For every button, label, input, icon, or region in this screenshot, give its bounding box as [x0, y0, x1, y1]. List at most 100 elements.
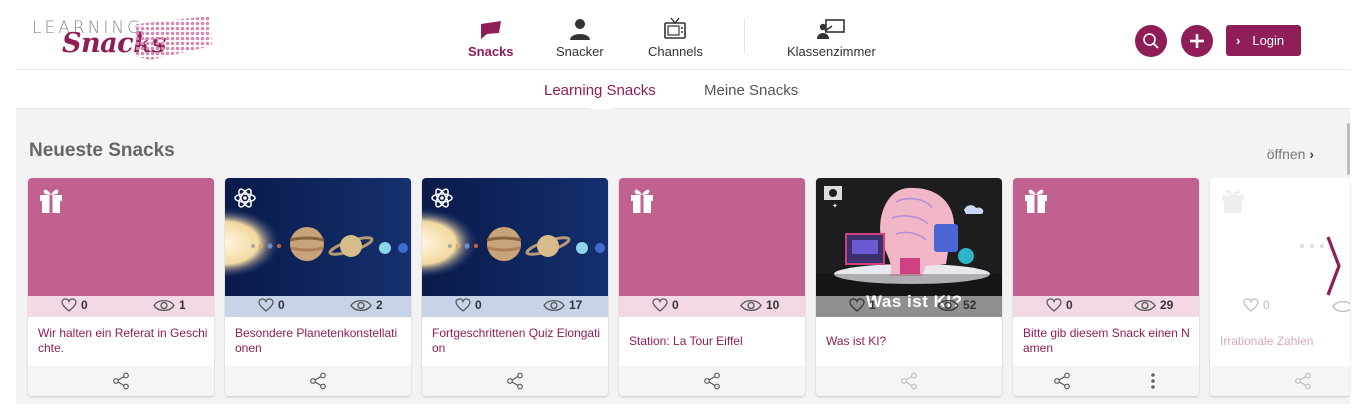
eye-icon [350, 299, 372, 311]
scrollbar[interactable] [1347, 123, 1350, 175]
share-icon[interactable] [309, 372, 327, 390]
classroom-icon [816, 16, 846, 40]
nav-snacks[interactable]: Snacks [468, 16, 514, 59]
likes-count: 0 [475, 298, 482, 312]
login-button[interactable]: › Login [1226, 25, 1301, 56]
card-title[interactable]: Irrationale Zahlen [1220, 334, 1350, 349]
top-header: LEARNING Snacks Snacks Snacker Channels [16, 0, 1350, 70]
card-stats: 0 29 [1013, 296, 1199, 317]
nav-channels-label: Channels [648, 44, 703, 59]
atom-icon [234, 188, 256, 208]
views-count: 29 [1160, 298, 1174, 312]
card-title[interactable]: Bitte gib diesem Snack einen N amen [1023, 326, 1193, 356]
card-title[interactable]: Was ist KI? [826, 334, 996, 349]
eye-icon [153, 299, 175, 311]
card-image [28, 178, 214, 296]
snack-card[interactable]: ✦ Was ist KI? 1 52 Was ist KI? [816, 178, 1002, 396]
nav-snacks-label: Snacks [468, 44, 514, 59]
views: 2 [350, 298, 383, 312]
views-count: 52 [963, 298, 977, 312]
views: 10 [740, 298, 779, 312]
card-stats: 0 1 [28, 296, 214, 317]
chevron-right-icon: › [1236, 33, 1241, 48]
share-icon[interactable] [703, 372, 721, 390]
card-stats: 0 17 [422, 296, 608, 317]
atom-icon [431, 188, 453, 208]
nav-snacker[interactable]: Snacker [556, 16, 604, 59]
nav-divider [744, 18, 745, 54]
eye-icon [543, 299, 565, 311]
likes[interactable]: 0 [652, 298, 679, 312]
nav-klassenzimmer[interactable]: Klassenzimmer [787, 16, 876, 59]
card-title[interactable]: Besondere Planetenkonstellati onen [235, 326, 405, 356]
card-stats: Was ist KI? 1 52 [816, 292, 1002, 317]
views: 17 [543, 298, 582, 312]
card-footer [1013, 366, 1199, 396]
card-stats: 0 10 [619, 296, 805, 317]
section-title: Neueste Snacks [29, 140, 175, 161]
heart-icon [455, 298, 471, 312]
likes[interactable]: 1 [849, 298, 876, 312]
heart-icon [258, 298, 274, 312]
share-icon[interactable] [506, 372, 524, 390]
snack-card[interactable]: 0 10 Station: La Tour Eiffel [619, 178, 805, 396]
tab-learning-snacks[interactable]: Learning Snacks [544, 82, 656, 99]
card-footer [28, 366, 214, 396]
person-icon [569, 16, 591, 40]
share-icon[interactable] [1294, 372, 1312, 390]
likes-count: 0 [81, 298, 88, 312]
eye-icon [740, 299, 762, 311]
views: 29 [1134, 298, 1173, 312]
chevron-right-icon: › [1309, 146, 1314, 162]
card-footer [422, 366, 608, 396]
card-title[interactable]: Wir halten ein Referat in Geschi chte. [38, 326, 208, 356]
tab-meine-snacks[interactable]: Meine Snacks [704, 82, 798, 99]
likes[interactable]: 0 [455, 298, 482, 312]
snack-card[interactable]: 0 17 Fortgeschrittenen Quiz Elongati on [422, 178, 608, 396]
plus-icon [1190, 34, 1204, 48]
gift-icon [40, 189, 62, 213]
likes[interactable]: 0 [61, 298, 88, 312]
nav-snacker-label: Snacker [556, 44, 604, 59]
card-footer [619, 366, 805, 396]
views-count: 2 [376, 298, 383, 312]
nav-channels[interactable]: Channels [648, 16, 703, 59]
tv-icon [663, 16, 687, 40]
likes-count: 0 [672, 298, 679, 312]
snack-card[interactable]: 0 1 Wir halten ein Referat in Geschi cht… [28, 178, 214, 396]
eye-icon [937, 299, 959, 311]
open-link[interactable]: öffnen › [1267, 146, 1314, 162]
heart-icon [1243, 298, 1259, 312]
add-button[interactable] [1181, 25, 1213, 57]
likes[interactable]: 0 [1046, 298, 1073, 312]
views-count: 1 [179, 298, 186, 312]
card-stats: 0 [1210, 296, 1350, 317]
ai-illustration-image: ✦ [816, 178, 1002, 296]
likes[interactable]: 0 [258, 298, 285, 312]
share-icon[interactable] [112, 372, 130, 390]
share-icon[interactable] [900, 372, 918, 390]
card-image [619, 178, 805, 296]
card-title[interactable]: Station: La Tour Eiffel [629, 334, 799, 349]
snack-icon [480, 16, 502, 40]
snack-card[interactable]: 0 29 Bitte gib diesem Snack einen N amen [1013, 178, 1199, 396]
search-button[interactable] [1135, 25, 1167, 57]
carousel-next-arrow-icon[interactable] [1326, 235, 1342, 297]
share-icon[interactable] [1053, 372, 1071, 390]
content-area: Neueste Snacks öffnen › 0 1 Wir halten e… [16, 109, 1350, 404]
more-options-icon[interactable] [1150, 372, 1156, 390]
heart-icon [1046, 298, 1062, 312]
eye-icon [1332, 300, 1350, 313]
nav-klassenzimmer-label: Klassenzimmer [787, 44, 876, 59]
views-count: 17 [569, 298, 583, 312]
open-link-label: öffnen [1266, 146, 1306, 162]
learningsnacks-logo[interactable]: LEARNING Snacks [32, 14, 214, 62]
gift-icon [1025, 189, 1047, 213]
heart-icon [849, 298, 865, 312]
likes[interactable]: 0 [1243, 298, 1270, 312]
card-stats: 0 2 [225, 296, 411, 317]
card-footer [225, 366, 411, 396]
card-title[interactable]: Fortgeschrittenen Quiz Elongati on [432, 326, 602, 356]
likes-count: 0 [278, 298, 285, 312]
snack-card[interactable]: 0 2 Besondere Planetenkonstellati onen [225, 178, 411, 396]
